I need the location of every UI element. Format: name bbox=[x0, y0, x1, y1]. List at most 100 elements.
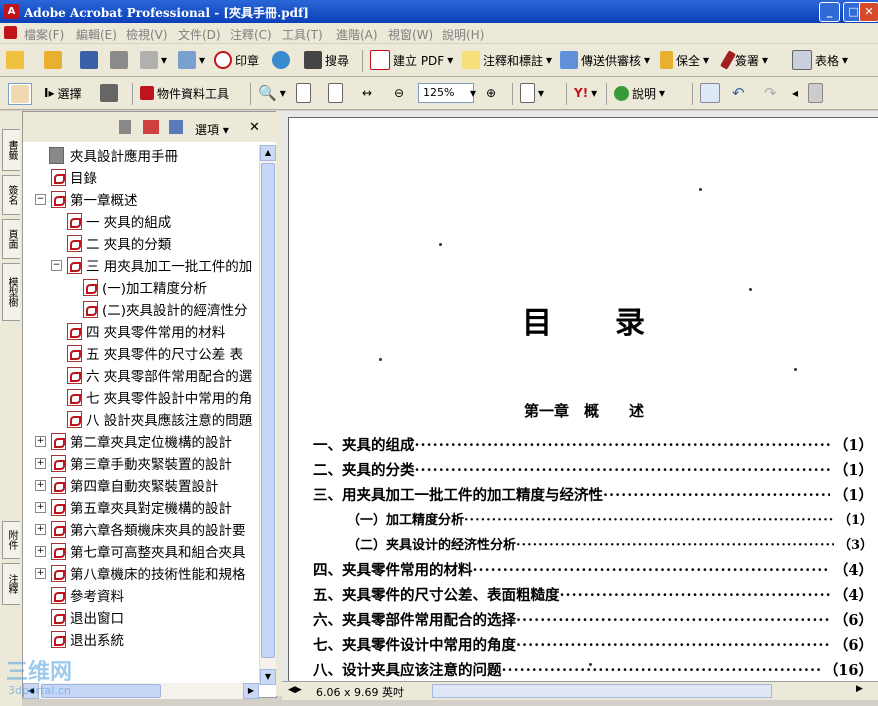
status-right-arrow[interactable]: ▶ bbox=[856, 684, 863, 694]
bookmark-item[interactable]: 退出窗口 bbox=[51, 607, 124, 627]
document-menu-icon[interactable] bbox=[4, 26, 17, 39]
sign-button[interactable]: 簽署 ▾ bbox=[720, 50, 768, 70]
menu-item[interactable]: 編輯(E) bbox=[76, 26, 117, 43]
menu-item[interactable]: 檢視(V) bbox=[126, 26, 168, 43]
expand-icon[interactable]: + bbox=[35, 523, 46, 535]
select-tool-button[interactable]: I▸ 選擇 bbox=[44, 83, 82, 103]
object-tool-button[interactable]: 物件資料工具 bbox=[140, 83, 229, 103]
review-button[interactable]: 傳送供審核 ▾ bbox=[560, 50, 650, 70]
expand-icon[interactable]: + bbox=[35, 435, 46, 447]
menu-item[interactable]: 工具(T) bbox=[282, 26, 323, 43]
bookmark-item[interactable]: (二)夾具設計的經濟性分 bbox=[83, 299, 248, 319]
toolbar-more[interactable]: ◂ bbox=[792, 83, 798, 103]
document-horizontal-scrollbar[interactable] bbox=[432, 684, 772, 698]
hand-tool-button[interactable] bbox=[8, 83, 32, 105]
expand-bookmark-icon[interactable] bbox=[169, 120, 183, 134]
bookmark-item[interactable]: + 第七章可高整夾具和組合夾具 bbox=[35, 541, 246, 561]
options-menu[interactable]: 選項 ▾ bbox=[195, 121, 229, 138]
side-tab[interactable]: 模型樹 bbox=[2, 263, 20, 321]
bookmark-item[interactable]: 五 夾具零件的尺寸公差 表 bbox=[67, 343, 243, 363]
bookmark-item[interactable]: + 第八章機床的技術性能和規格 bbox=[35, 563, 246, 583]
menu-item[interactable]: 文件(D) bbox=[178, 26, 221, 43]
new-bookmark-icon[interactable] bbox=[143, 120, 159, 134]
help-button[interactable]: 說明 ▾ bbox=[614, 83, 665, 103]
email-button[interactable]: ▾ bbox=[140, 50, 167, 70]
rotate-left-button[interactable]: ↶ bbox=[732, 83, 745, 103]
yahoo-button[interactable]: Y! ▾ bbox=[574, 83, 597, 103]
side-tab[interactable]: 注釋 bbox=[2, 563, 20, 605]
expand-icon[interactable]: + bbox=[35, 479, 46, 491]
zoom-level-input[interactable]: 125% bbox=[418, 83, 474, 103]
bookmark-item[interactable]: 一 夾具的組成 bbox=[67, 211, 171, 231]
bookmark-item[interactable]: 六 夾具零部件常用配合的選 bbox=[67, 365, 252, 385]
page-layout-button[interactable]: ▾ bbox=[520, 83, 544, 103]
stamp-button[interactable]: 印章 bbox=[214, 50, 259, 70]
bookmark-item[interactable]: 四 夾具零件常用的材料 bbox=[67, 321, 225, 341]
side-tab[interactable]: 頁面 bbox=[2, 219, 20, 259]
collapse-icon[interactable]: − bbox=[51, 259, 62, 271]
bookmark-item[interactable]: + 第五章夾具對定機構的設計 bbox=[35, 497, 232, 517]
bookmark-item[interactable]: 退出系統 bbox=[51, 629, 124, 649]
print-button[interactable] bbox=[110, 50, 128, 70]
web-button[interactable] bbox=[272, 50, 290, 70]
zoom-out-button[interactable]: ⊖ bbox=[394, 83, 404, 103]
panel-close-button[interactable]: ✕ bbox=[249, 120, 260, 135]
side-tab[interactable]: 簽名 bbox=[2, 175, 20, 215]
fit-page-button[interactable] bbox=[328, 83, 343, 103]
bookmark-item[interactable]: (一)加工精度分析 bbox=[83, 277, 207, 297]
bookmark-item[interactable]: + 第二章夾具定位機構的設計 bbox=[35, 431, 232, 451]
expand-icon[interactable]: + bbox=[35, 567, 46, 579]
side-tab[interactable]: 附件 bbox=[2, 521, 20, 559]
document-viewer[interactable]: 目 录 第一章 概 述 一、夹具的组成 ·····················… bbox=[282, 111, 878, 687]
toc-entry: 六、夹具零部件常用配合的选择 ··························… bbox=[313, 609, 873, 630]
actual-size-button[interactable] bbox=[296, 83, 311, 103]
attach-button[interactable]: ▾ bbox=[178, 50, 205, 70]
bookmark-item[interactable]: + 第四章自動夾緊裝置設計 bbox=[35, 475, 219, 495]
spellcheck-button[interactable] bbox=[700, 83, 720, 103]
minimize-button[interactable]: _ bbox=[819, 2, 840, 22]
bookmark-item[interactable]: 參考資料 bbox=[51, 585, 124, 605]
scroll-down-arrow[interactable]: ▼ bbox=[260, 669, 276, 685]
trash-icon[interactable] bbox=[119, 120, 131, 134]
close-button[interactable]: ✕ bbox=[859, 2, 878, 22]
secure-button[interactable]: 保全 ▾ bbox=[660, 50, 709, 70]
scroll-up-arrow[interactable]: ▲ bbox=[260, 145, 276, 161]
forms-button[interactable]: 表格 ▾ bbox=[792, 50, 848, 70]
expand-icon[interactable]: + bbox=[35, 457, 46, 469]
menu-item[interactable]: 檔案(F) bbox=[24, 26, 64, 43]
scroll-right-arrow[interactable]: ▶ bbox=[243, 683, 259, 699]
side-tab[interactable]: 書籤 bbox=[2, 129, 20, 171]
status-left-arrow[interactable]: ◀▶ bbox=[288, 685, 302, 695]
menu-item[interactable]: 進階(A) bbox=[336, 26, 378, 43]
menu-item[interactable]: 注釋(C) bbox=[230, 26, 272, 43]
search-button[interactable]: 搜尋 bbox=[304, 50, 349, 70]
save-button[interactable] bbox=[80, 50, 98, 70]
bookmark-item[interactable]: + 第六章各類機床夾具的設計要 bbox=[35, 519, 246, 539]
zoom-in-tool-button[interactable]: 🔍 ▾ bbox=[258, 83, 286, 103]
zoom-in-button[interactable]: ⊕ bbox=[486, 83, 496, 103]
menu-item[interactable]: 說明(H) bbox=[442, 26, 484, 43]
organizer-button[interactable] bbox=[44, 50, 62, 70]
bookmark-item[interactable]: − 第一章概述 bbox=[35, 189, 138, 209]
scroll-thumb[interactable] bbox=[261, 163, 275, 658]
collapse-icon[interactable]: − bbox=[35, 193, 46, 205]
menu-item[interactable]: 視窗(W) bbox=[388, 26, 433, 43]
bookmark-item[interactable]: 夾具設計應用手冊 bbox=[35, 145, 178, 165]
snapshot-button[interactable] bbox=[100, 83, 118, 103]
expand-icon[interactable]: + bbox=[35, 501, 46, 513]
bookmark-item[interactable]: 二 夾具的分類 bbox=[67, 233, 171, 253]
rotate-right-button[interactable]: ↷ bbox=[764, 83, 777, 103]
create-pdf-button[interactable]: 建立 PDF ▾ bbox=[370, 50, 453, 70]
expand-icon[interactable]: + bbox=[35, 545, 46, 557]
copy-button[interactable] bbox=[808, 83, 823, 103]
zoom-dropdown[interactable]: ▾ bbox=[470, 83, 476, 103]
open-button[interactable] bbox=[6, 50, 24, 70]
bookmark-item[interactable]: 目錄 bbox=[51, 167, 97, 187]
bookmarks-vertical-scrollbar[interactable]: ▲ ▼ bbox=[259, 145, 276, 685]
comment-button[interactable]: 注釋和標註 ▾ bbox=[462, 50, 552, 70]
bookmark-item[interactable]: 八 設計夾具應該注意的問題 bbox=[67, 409, 252, 429]
bookmark-item[interactable]: + 第三章手動夾緊裝置的設計 bbox=[35, 453, 232, 473]
fit-width-button[interactable]: ↔ bbox=[362, 83, 372, 103]
bookmark-item[interactable]: − 三 用夾具加工一批工件的加 bbox=[51, 255, 252, 275]
bookmark-item[interactable]: 七 夾具零件設計中常用的角 bbox=[67, 387, 252, 407]
